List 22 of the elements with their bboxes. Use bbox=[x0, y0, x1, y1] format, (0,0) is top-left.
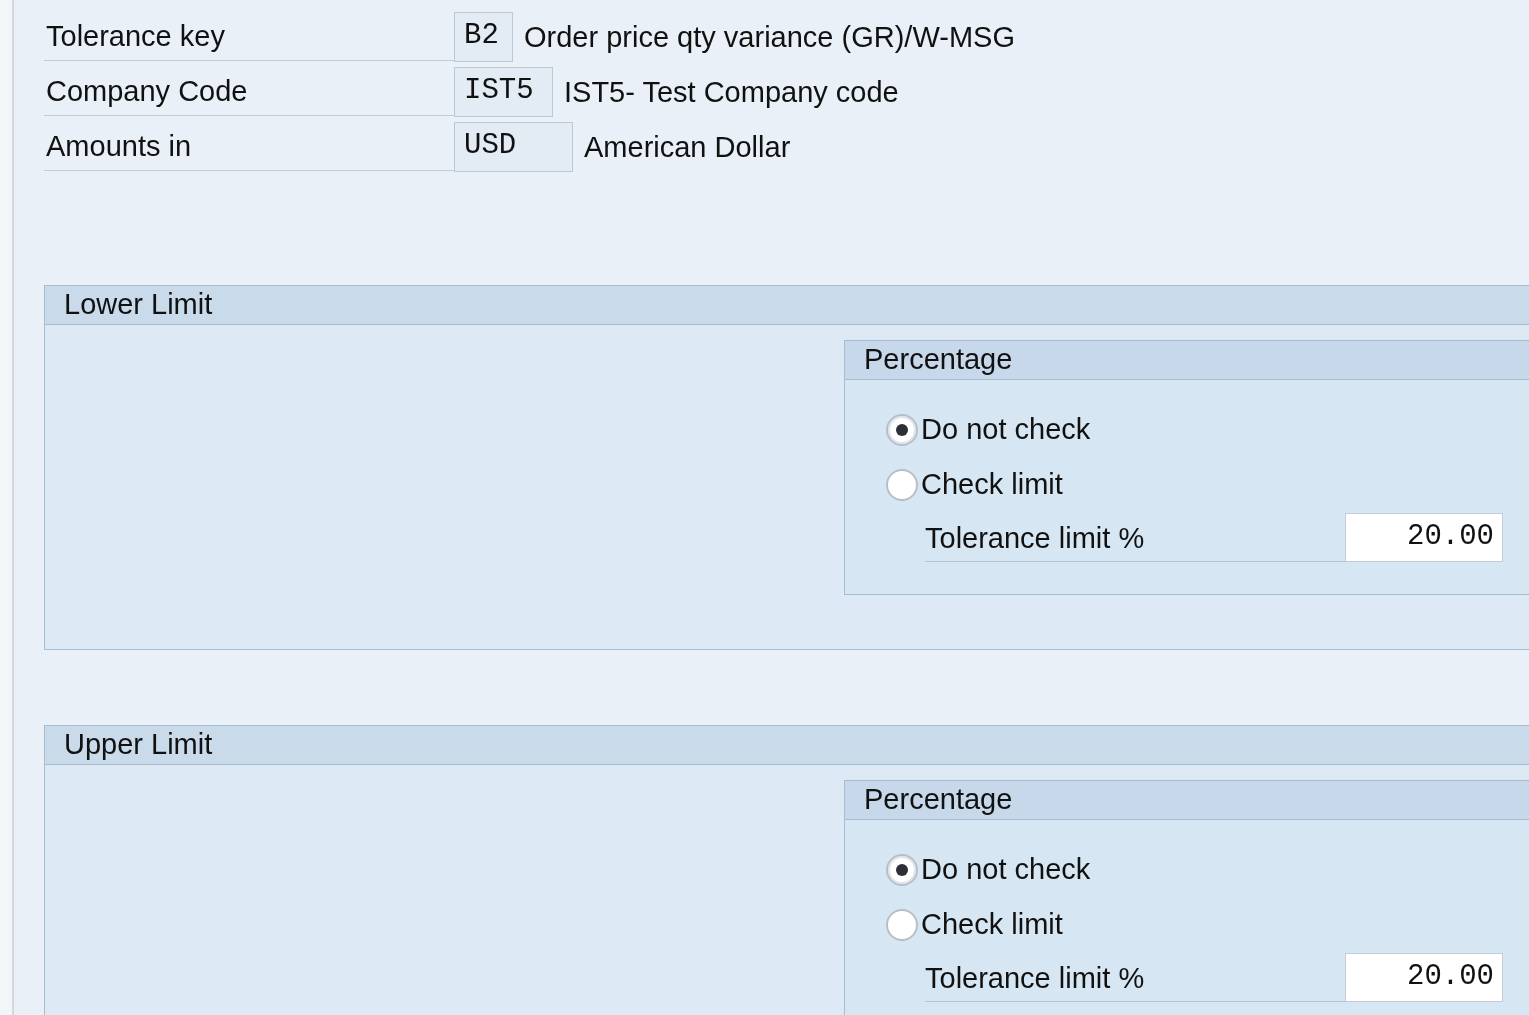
radio-button[interactable] bbox=[886, 908, 918, 941]
subgroup-title: Percentage bbox=[864, 782, 1013, 818]
radio-label[interactable]: Do not check bbox=[921, 407, 1091, 452]
field-description: Order price qty variance (GR)/W-MSG bbox=[524, 20, 1015, 55]
field-description: American Dollar bbox=[584, 130, 791, 165]
input-field[interactable]: 20.00 bbox=[1345, 513, 1503, 562]
radio-button[interactable] bbox=[886, 468, 918, 501]
radio-label[interactable]: Check limit bbox=[921, 462, 1063, 507]
radio-label[interactable]: Do not check bbox=[921, 847, 1091, 892]
group-title: Lower Limit bbox=[64, 287, 213, 323]
field-label: Tolerance limit % bbox=[925, 515, 1345, 562]
input-field[interactable]: B2 bbox=[454, 12, 513, 62]
field-description: IST5- Test Company code bbox=[564, 75, 899, 110]
input-field[interactable]: USD bbox=[454, 122, 573, 172]
group-title: Upper Limit bbox=[64, 727, 213, 763]
radio-label[interactable]: Check limit bbox=[921, 902, 1063, 947]
radio-button[interactable] bbox=[886, 853, 918, 886]
radio-button[interactable] bbox=[886, 413, 918, 446]
input-field[interactable]: 20.00 bbox=[1345, 953, 1503, 1002]
field-label: Tolerance limit % bbox=[925, 955, 1345, 1002]
input-field[interactable]: IST5 bbox=[454, 67, 553, 117]
subgroup-title: Percentage bbox=[864, 342, 1013, 378]
